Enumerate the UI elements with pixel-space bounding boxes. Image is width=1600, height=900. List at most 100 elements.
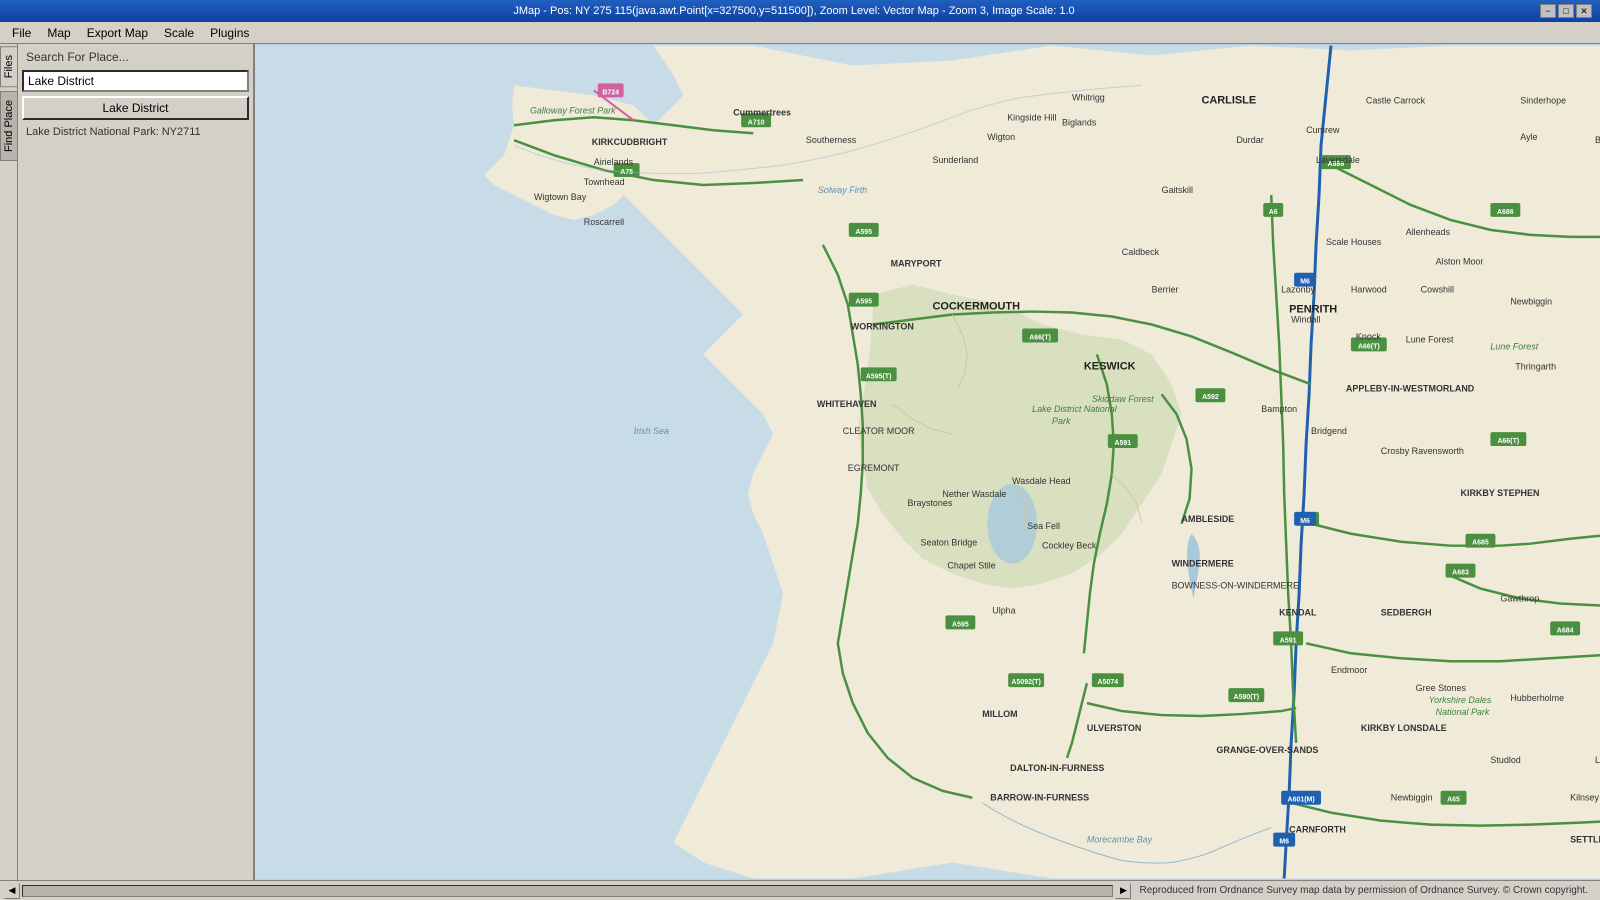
sidebar: Files Find Place Search For Place... Lak… bbox=[0, 44, 255, 880]
svg-text:Lune Forest: Lune Forest bbox=[1406, 334, 1454, 344]
svg-text:National Park: National Park bbox=[1436, 707, 1490, 717]
titlebar-controls[interactable]: − □ ✕ bbox=[1540, 4, 1592, 18]
svg-text:A66(T): A66(T) bbox=[1497, 438, 1519, 445]
statusbar: ◀ ▶ Reproduced from Ordnance Survey map … bbox=[0, 880, 1600, 900]
svg-text:A595: A595 bbox=[855, 229, 872, 236]
svg-text:CLEATOR MOOR: CLEATOR MOOR bbox=[843, 426, 915, 436]
svg-text:BOWNESS-ON-WINDERMERE: BOWNESS-ON-WINDERMERE bbox=[1172, 581, 1299, 591]
files-tab[interactable]: Files bbox=[0, 46, 18, 87]
svg-text:Litton: Litton bbox=[1595, 755, 1600, 765]
svg-text:Studlod: Studlod bbox=[1490, 755, 1520, 765]
search-button[interactable]: Lake District bbox=[22, 96, 249, 120]
find-place-tab[interactable]: Find Place bbox=[0, 91, 18, 161]
svg-text:Sunderland: Sunderland bbox=[932, 155, 978, 165]
search-panel: Search For Place... Lake District Lake D… bbox=[18, 44, 253, 880]
svg-text:A6: A6 bbox=[1269, 209, 1278, 216]
scroll-left-button[interactable]: ◀ bbox=[4, 883, 20, 899]
svg-text:Durdar: Durdar bbox=[1236, 135, 1263, 145]
svg-text:A685: A685 bbox=[1472, 540, 1489, 547]
svg-text:APPLEBY-IN-WESTMORLAND: APPLEBY-IN-WESTMORLAND bbox=[1346, 383, 1475, 393]
minimize-button[interactable]: − bbox=[1540, 4, 1556, 18]
svg-text:Ayle: Ayle bbox=[1520, 132, 1537, 142]
svg-text:Knock: Knock bbox=[1356, 331, 1381, 341]
svg-text:WORKINGTON: WORKINGTON bbox=[851, 321, 914, 331]
svg-text:Wigton: Wigton bbox=[987, 132, 1015, 142]
svg-text:Crosby Ravensworth: Crosby Ravensworth bbox=[1381, 446, 1464, 456]
search-label: Search For Place... bbox=[22, 48, 249, 66]
svg-text:Endmoor: Endmoor bbox=[1331, 665, 1367, 675]
svg-text:DALTON-IN-FURNESS: DALTON-IN-FURNESS bbox=[1010, 763, 1104, 773]
menu-item-file[interactable]: File bbox=[4, 24, 39, 42]
svg-text:A65: A65 bbox=[1447, 797, 1460, 804]
svg-text:Bampton: Bampton bbox=[1261, 404, 1297, 414]
menubar: FileMapExport MapScalePlugins bbox=[0, 22, 1600, 44]
svg-text:KIRKBY STEPHEN: KIRKBY STEPHEN bbox=[1461, 488, 1540, 498]
menu-item-map[interactable]: Map bbox=[39, 24, 78, 42]
svg-text:A66(T): A66(T) bbox=[1358, 343, 1380, 350]
menu-item-plugins[interactable]: Plugins bbox=[202, 24, 257, 42]
svg-text:Gaitskill: Gaitskill bbox=[1162, 185, 1193, 195]
svg-text:A591: A591 bbox=[1114, 440, 1131, 447]
svg-text:MILLOM: MILLOM bbox=[982, 709, 1017, 719]
svg-text:A684: A684 bbox=[1557, 627, 1574, 634]
svg-text:Laversdale: Laversdale bbox=[1316, 155, 1360, 165]
svg-text:A590(T): A590(T) bbox=[1234, 694, 1260, 701]
svg-text:Wigtown Bay: Wigtown Bay bbox=[534, 192, 587, 202]
svg-text:A595: A595 bbox=[855, 299, 872, 306]
search-result-item[interactable]: Lake District National Park: NY2711 bbox=[22, 124, 249, 140]
svg-text:Sinderhope: Sinderhope bbox=[1520, 95, 1566, 105]
svg-text:A66(T): A66(T) bbox=[1029, 334, 1051, 341]
svg-text:SETTLE: SETTLE bbox=[1570, 835, 1600, 845]
svg-text:CARLISLE: CARLISLE bbox=[1201, 94, 1256, 106]
svg-text:Caldbeck: Caldbeck bbox=[1122, 247, 1160, 257]
svg-text:Cumrew: Cumrew bbox=[1306, 125, 1340, 135]
svg-text:A595(T): A595(T) bbox=[866, 373, 892, 380]
svg-text:Park: Park bbox=[1052, 416, 1071, 426]
svg-text:Morecambe Bay: Morecambe Bay bbox=[1087, 835, 1153, 845]
svg-text:Kilnsey: Kilnsey bbox=[1570, 793, 1599, 803]
svg-text:Alston Moor: Alston Moor bbox=[1436, 257, 1484, 267]
svg-text:Scale Houses: Scale Houses bbox=[1326, 237, 1382, 247]
svg-text:Irish Sea: Irish Sea bbox=[634, 426, 669, 436]
svg-text:Solway Firth: Solway Firth bbox=[818, 185, 867, 195]
svg-text:Newbiggin: Newbiggin bbox=[1391, 793, 1433, 803]
svg-text:CARNFORTH: CARNFORTH bbox=[1289, 825, 1346, 835]
svg-text:GRANGE-OVER-SANDS: GRANGE-OVER-SANDS bbox=[1216, 745, 1318, 755]
svg-text:WHITEHAVEN: WHITEHAVEN bbox=[817, 399, 877, 409]
svg-text:Roscarrell: Roscarrell bbox=[584, 217, 624, 227]
scroll-right-button[interactable]: ▶ bbox=[1115, 883, 1131, 899]
scrollbar-track[interactable] bbox=[22, 885, 1113, 897]
svg-text:A683: A683 bbox=[1452, 570, 1469, 577]
svg-text:KIRKBY LONSDALE: KIRKBY LONSDALE bbox=[1361, 723, 1447, 733]
maximize-button[interactable]: □ bbox=[1558, 4, 1574, 18]
svg-text:Berrier: Berrier bbox=[1152, 285, 1179, 295]
svg-text:Cockley Beck: Cockley Beck bbox=[1042, 541, 1097, 551]
svg-text:Allenheads: Allenheads bbox=[1406, 227, 1451, 237]
svg-text:EGREMONT: EGREMONT bbox=[848, 463, 900, 473]
svg-text:KIRKCUDBRIGHT: KIRKCUDBRIGHT bbox=[592, 137, 668, 147]
svg-text:Hubberholme: Hubberholme bbox=[1510, 693, 1564, 703]
svg-text:Bridgend: Bridgend bbox=[1311, 426, 1347, 436]
menu-item-export-map[interactable]: Export Map bbox=[79, 24, 156, 42]
close-button[interactable]: ✕ bbox=[1576, 4, 1592, 18]
svg-text:Newbiggin: Newbiggin bbox=[1510, 297, 1552, 307]
svg-text:A5074: A5074 bbox=[1098, 679, 1119, 686]
svg-text:Townhead: Townhead bbox=[584, 177, 625, 187]
svg-text:Biglands: Biglands bbox=[1062, 117, 1097, 127]
svg-text:Thringarth: Thringarth bbox=[1515, 361, 1556, 371]
svg-text:A686: A686 bbox=[1497, 209, 1514, 216]
map-area[interactable]: A710 A75 A595 A595 A66(T) A66(T) A6 A6 bbox=[255, 44, 1600, 880]
svg-text:M6: M6 bbox=[1279, 839, 1289, 846]
svg-text:Sea Fell: Sea Fell bbox=[1027, 521, 1060, 531]
svg-text:A591: A591 bbox=[1280, 637, 1297, 644]
svg-text:ULVERSTON: ULVERSTON bbox=[1087, 723, 1141, 733]
svg-text:Chapel Stile: Chapel Stile bbox=[947, 561, 995, 571]
svg-text:COCKERMOUTH: COCKERMOUTH bbox=[932, 301, 1020, 313]
svg-text:Lune Forest: Lune Forest bbox=[1490, 341, 1538, 351]
menu-item-scale[interactable]: Scale bbox=[156, 24, 202, 42]
search-input[interactable] bbox=[22, 70, 249, 92]
svg-text:Gawthrop: Gawthrop bbox=[1500, 593, 1539, 603]
svg-text:Lake District National: Lake District National bbox=[1032, 404, 1118, 414]
svg-text:Cummertrees: Cummertrees bbox=[733, 107, 791, 117]
svg-text:Gree Stones: Gree Stones bbox=[1416, 683, 1467, 693]
